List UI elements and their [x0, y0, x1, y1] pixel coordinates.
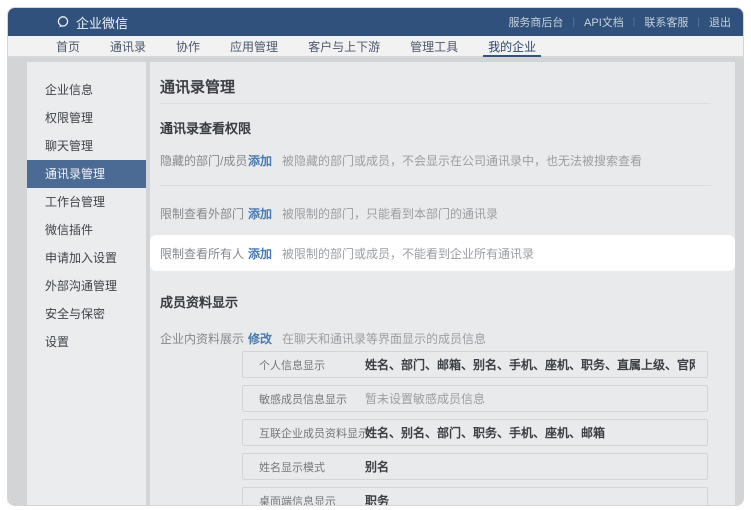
- add-button[interactable]: 添加: [248, 245, 272, 262]
- setting-description: 被限制的部门或成员，不能看到企业所有通讯录: [282, 245, 534, 262]
- wecom-logo-text: 企业微信: [76, 13, 128, 32]
- info-row-sensitive-member-info: 敏感成员信息显示 暂未设置敏感成员信息: [242, 385, 708, 412]
- sidebar-item-permission-management[interactable]: 权限管理: [27, 104, 146, 132]
- tab-admin-tools[interactable]: 管理工具: [410, 36, 458, 56]
- info-row-desktop-info-display: 桌面端信息显示 职务: [242, 487, 708, 506]
- info-row-linked-company-profile: 互联企业成员资料显示 姓名、别名、部门、职务、手机、座机、邮箱: [242, 419, 708, 446]
- setting-row-hidden-departments: 隐藏的部门/成员 添加 被隐藏的部门或成员，不会显示在公司通讯录中，也无法被搜索…: [150, 142, 735, 178]
- info-row-personal-info-display: 个人信息显示 姓名、部门、邮箱、别名、手机、座机、职务、直属上级、官网、测...: [242, 351, 708, 378]
- wecom-logo-icon: [56, 15, 70, 29]
- main-nav: 首页 通讯录 协作 应用管理 客户与上下游 管理工具 我的企业: [8, 36, 743, 57]
- info-value: 职务: [365, 492, 695, 506]
- setting-description: 被限制的部门，只能看到本部门的通讯录: [282, 205, 498, 222]
- setting-row-restrict-other-departments: 限制查看外部门 添加 被限制的部门，只能看到本部门的通讯录: [150, 195, 735, 231]
- separator: |: [697, 17, 700, 28]
- info-value: 暂未设置敏感成员信息: [365, 390, 695, 407]
- topbar-links: 服务商后台 | API文档 | 联系客服 | 退出: [508, 14, 731, 30]
- add-button[interactable]: 添加: [248, 205, 272, 222]
- setting-description: 被隐藏的部门或成员，不会显示在公司通讯录中，也无法被搜索查看: [282, 152, 642, 169]
- wecom-logo[interactable]: 企业微信: [56, 13, 128, 32]
- divider: [160, 185, 711, 186]
- separator: |: [633, 17, 636, 28]
- admin-console-window: 企业微信 服务商后台 | API文档 | 联系客服 | 退出 首页 通讯录 协作…: [7, 7, 744, 506]
- sidebar-item-contacts-management[interactable]: 通讯录管理: [27, 160, 146, 188]
- setting-label: 企业内资料展示: [160, 330, 248, 347]
- sidebar-item-chat-management[interactable]: 聊天管理: [27, 132, 146, 160]
- sidebar-item-external-communication[interactable]: 外部沟通管理: [27, 272, 146, 300]
- tab-customers-updownstream[interactable]: 客户与上下游: [308, 36, 380, 56]
- sidebar-item-settings[interactable]: 设置: [27, 328, 146, 356]
- setting-description: 在聊天和通讯录等界面显示的成员信息: [282, 330, 486, 347]
- sidebar-item-workbench-management[interactable]: 工作台管理: [27, 188, 146, 216]
- page-body: 企业信息 权限管理 聊天管理 通讯录管理 工作台管理 微信插件 申请加入设置 外…: [8, 57, 743, 506]
- modify-button[interactable]: 修改: [248, 330, 272, 347]
- separator: |: [572, 17, 575, 28]
- info-label: 姓名显示模式: [259, 459, 357, 475]
- tab-my-company[interactable]: 我的企业: [488, 36, 536, 56]
- sidebar-item-company-info[interactable]: 企业信息: [27, 76, 146, 104]
- tab-collaboration[interactable]: 协作: [176, 36, 200, 56]
- link-api-docs[interactable]: API文档: [584, 14, 624, 30]
- topbar: 企业微信 服务商后台 | API文档 | 联系客服 | 退出: [8, 8, 743, 36]
- main-content: 通讯录管理 通讯录查看权限 隐藏的部门/成员 添加 被隐藏的部门或成员，不会显示…: [150, 62, 735, 506]
- setting-row-restrict-everyone-highlighted: 限制查看所有人 添加 被限制的部门或成员，不能看到企业所有通讯录: [150, 235, 735, 271]
- info-label: 互联企业成员资料显示: [259, 425, 357, 441]
- setting-label: 限制查看所有人: [160, 245, 248, 262]
- link-logout[interactable]: 退出: [709, 14, 731, 30]
- info-label: 桌面端信息显示: [259, 493, 357, 507]
- sidebar-item-wechat-plugin[interactable]: 微信插件: [27, 216, 146, 244]
- setting-label: 限制查看外部门: [160, 205, 248, 222]
- info-value: 别名: [365, 458, 695, 475]
- link-contact-support[interactable]: 联系客服: [644, 14, 688, 30]
- page-title: 通讯录管理: [160, 80, 725, 96]
- tab-home[interactable]: 首页: [56, 36, 80, 56]
- info-label: 个人信息显示: [259, 357, 357, 373]
- sidebar: 企业信息 权限管理 聊天管理 通讯录管理 工作台管理 微信插件 申请加入设置 外…: [27, 62, 146, 506]
- tab-app-management[interactable]: 应用管理: [230, 36, 278, 56]
- divider: [160, 103, 711, 104]
- info-row-name-display-mode: 姓名显示模式 别名: [242, 453, 708, 480]
- setting-row-internal-profile: 企业内资料展示 修改 在聊天和通讯录等界面显示的成员信息: [150, 328, 735, 348]
- link-provider-console[interactable]: 服务商后台: [508, 14, 563, 30]
- add-button[interactable]: 添加: [248, 152, 272, 169]
- section-heading-member-profile-display: 成员资料显示: [160, 295, 735, 311]
- tab-contacts[interactable]: 通讯录: [110, 36, 146, 56]
- setting-label: 隐藏的部门/成员: [160, 152, 248, 169]
- section-heading-view-permissions: 通讯录查看权限: [160, 121, 735, 137]
- info-value: 姓名、别名、部门、职务、手机、座机、邮箱: [365, 424, 695, 441]
- info-label: 敏感成员信息显示: [259, 391, 357, 407]
- sidebar-item-join-settings[interactable]: 申请加入设置: [27, 244, 146, 272]
- info-value: 姓名、部门、邮箱、别名、手机、座机、职务、直属上级、官网、测...: [365, 356, 695, 373]
- sidebar-item-security-privacy[interactable]: 安全与保密: [27, 300, 146, 328]
